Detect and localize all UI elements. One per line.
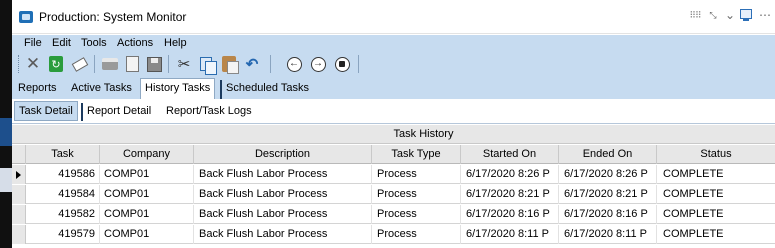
menu-edit[interactable]: Edit [52, 37, 71, 49]
close-icon[interactable]: ✕ [23, 54, 43, 74]
cell-task-type[interactable]: Process [372, 165, 461, 184]
tab-report-task-logs[interactable]: Report/Task Logs [162, 103, 256, 121]
cell-company[interactable]: COMP01 [100, 185, 194, 204]
cell-status[interactable]: COMPLETE [657, 185, 775, 204]
toolbar-separator [270, 55, 271, 73]
menu-tools[interactable]: Tools [81, 37, 107, 49]
desktop-background-strip [0, 0, 12, 248]
cell-ended-on[interactable]: 6/17/2020 8:21 P [559, 185, 657, 204]
cell-task[interactable]: 419584 [26, 185, 100, 204]
cut-icon[interactable]: ✂ [174, 54, 194, 74]
cell-company[interactable]: COMP01 [100, 205, 194, 224]
grip-icon[interactable]: ⠿⠿ [687, 5, 703, 25]
column-header-company[interactable]: Company [100, 145, 194, 164]
table-row[interactable]: 419579 COMP01 Back Flush Labor Process P… [12, 225, 775, 244]
menu-bar: File Edit Tools Actions Help [12, 35, 775, 51]
app-icon [19, 11, 33, 23]
print-icon[interactable] [100, 54, 120, 74]
row-selector[interactable] [12, 185, 26, 204]
cell-description[interactable]: Back Flush Labor Process [194, 165, 372, 184]
tab-scheduled-tasks[interactable]: Scheduled Tasks [220, 80, 313, 99]
column-header-status[interactable]: Status [657, 145, 775, 164]
task-history-grid: Task History Task Company Description Ta… [12, 125, 775, 248]
cell-started-on[interactable]: 6/17/2020 8:26 P [461, 165, 559, 184]
cell-status[interactable]: COMPLETE [657, 205, 775, 224]
cell-task-type[interactable]: Process [372, 185, 461, 204]
toolbar: ✕ ↻ ✂ ↶ ← → [12, 51, 775, 77]
cell-company[interactable]: COMP01 [100, 225, 194, 244]
back-icon[interactable]: ← [284, 54, 304, 74]
home-icon[interactable] [332, 54, 352, 74]
more-icon[interactable]: ⋯ [757, 5, 773, 25]
column-header-started-on[interactable]: Started On [461, 145, 559, 164]
table-row[interactable]: 419582 COMP01 Back Flush Labor Process P… [12, 205, 775, 224]
cell-ended-on[interactable]: 6/17/2020 8:16 P [559, 205, 657, 224]
tab-active-tasks[interactable]: Active Tasks [67, 80, 136, 99]
sub-tabs: Task Detail Report Detail Report/Task Lo… [12, 99, 775, 124]
menu-help[interactable]: Help [164, 37, 187, 49]
column-header-task-type[interactable]: Task Type [372, 145, 461, 164]
tab-task-detail[interactable]: Task Detail [14, 101, 78, 121]
menu-actions[interactable]: Actions [117, 37, 153, 49]
toolbar-separator [358, 55, 359, 73]
cell-task-type[interactable]: Process [372, 205, 461, 224]
cell-description[interactable]: Back Flush Labor Process [194, 205, 372, 224]
cell-started-on[interactable]: 6/17/2020 8:16 P [461, 205, 559, 224]
column-header-task[interactable]: Task [26, 145, 100, 164]
menu-file[interactable]: File [24, 37, 42, 49]
row-selector[interactable] [12, 225, 26, 244]
toolbar-grip[interactable] [18, 55, 21, 73]
table-row[interactable]: 419586 COMP01 Back Flush Labor Process P… [12, 165, 775, 184]
expand-icon[interactable]: ⤡ [704, 5, 722, 25]
main-tabs: Reports Active Tasks History Tasks Sched… [12, 77, 775, 99]
refresh-icon[interactable]: ↻ [46, 54, 66, 74]
toolbar-separator [94, 55, 95, 73]
grid-header: Task Company Description Task Type Start… [12, 145, 775, 164]
row-selector[interactable] [12, 205, 26, 224]
desktop-taskbar-item [0, 118, 12, 146]
clear-icon[interactable] [70, 54, 90, 74]
cell-task-type[interactable]: Process [372, 225, 461, 244]
cell-task[interactable]: 419579 [26, 225, 100, 244]
cell-ended-on[interactable]: 6/17/2020 8:26 P [559, 165, 657, 184]
cell-status[interactable]: COMPLETE [657, 225, 775, 244]
copy-icon[interactable] [196, 54, 217, 75]
cell-description[interactable]: Back Flush Labor Process [194, 185, 372, 204]
row-selector-header [12, 145, 26, 164]
column-header-description[interactable]: Description [194, 145, 372, 164]
row-selector[interactable] [12, 165, 26, 184]
undo-icon[interactable]: ↶ [242, 54, 262, 74]
table-row[interactable]: 419584 COMP01 Back Flush Labor Process P… [12, 185, 775, 204]
save-icon[interactable] [144, 54, 164, 74]
title-bar: Production: System Monitor ⠿⠿ ⤡ ⌄ ⋯ [12, 0, 775, 34]
forward-icon[interactable]: → [308, 54, 328, 74]
grid-caption: Task History [12, 125, 775, 144]
desktop-window-edge [0, 168, 12, 192]
paste-icon[interactable] [219, 54, 239, 74]
cell-task[interactable]: 419582 [26, 205, 100, 224]
current-row-arrow-icon [16, 171, 21, 179]
tab-history-tasks[interactable]: History Tasks [140, 78, 216, 99]
print-preview-icon[interactable] [122, 54, 142, 74]
screen-icon[interactable] [737, 5, 755, 25]
cell-ended-on[interactable]: 6/17/2020 8:11 P [559, 225, 657, 244]
cell-started-on[interactable]: 6/17/2020 8:21 P [461, 185, 559, 204]
tab-reports[interactable]: Reports [14, 80, 61, 99]
window-title: Production: System Monitor [39, 10, 187, 24]
cell-status[interactable]: COMPLETE [657, 165, 775, 184]
cell-task[interactable]: 419586 [26, 165, 100, 184]
column-header-ended-on[interactable]: Ended On [559, 145, 657, 164]
system-monitor-window: Production: System Monitor ⠿⠿ ⤡ ⌄ ⋯ File… [12, 0, 775, 248]
cell-company[interactable]: COMP01 [100, 165, 194, 184]
tab-report-detail[interactable]: Report Detail [81, 103, 155, 121]
toolbar-separator [168, 55, 169, 73]
cell-description[interactable]: Back Flush Labor Process [194, 225, 372, 244]
cell-started-on[interactable]: 6/17/2020 8:11 P [461, 225, 559, 244]
